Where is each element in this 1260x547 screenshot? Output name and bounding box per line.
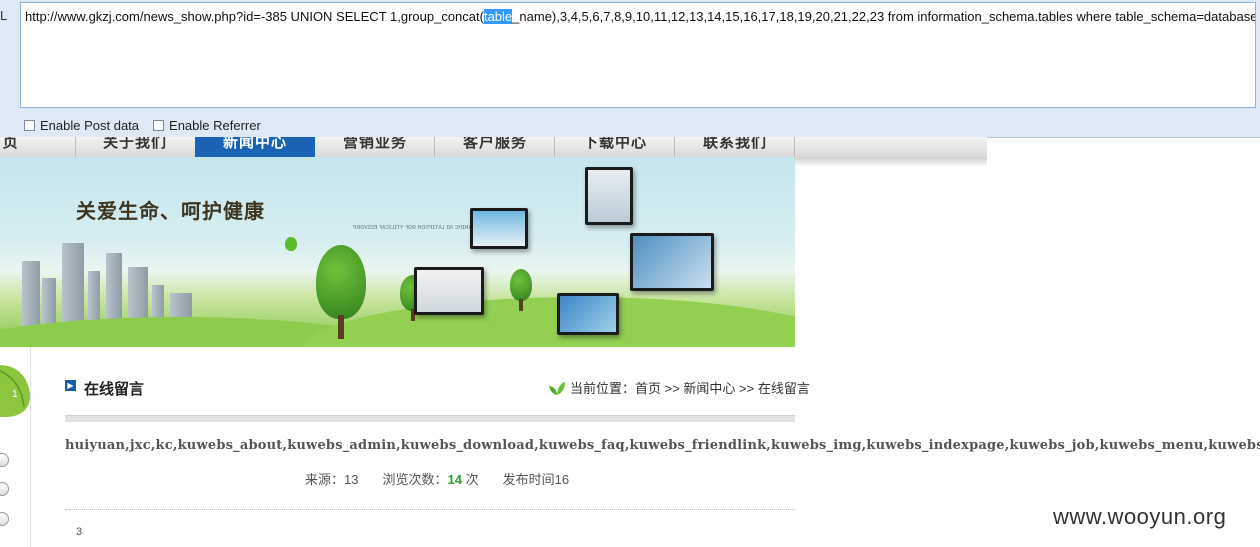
enable-post-checkbox[interactable] bbox=[24, 119, 35, 131]
url-text-before: http://www.gkzj.com/news_show.php?id=-38… bbox=[25, 9, 484, 24]
leaf-breadcrumb-icon bbox=[549, 381, 565, 395]
nav-item-download[interactable]: 下载中心 bbox=[555, 137, 675, 157]
section-divider bbox=[65, 415, 795, 422]
nav-divider bbox=[794, 137, 795, 157]
dotted-divider bbox=[65, 509, 795, 510]
banner-mirrored-text: ᴀɴɪʜᴄ ɴɪ ʟᴀᴛɪᴘsᴏʜ ʀᴏғ ʏᴛɪʟɪᴄᴀғ ᴇᴅɪᴠᴏʀᴘ bbox=[352, 224, 472, 231]
tree bbox=[316, 245, 366, 341]
nav-item-home[interactable]: 首 页 bbox=[0, 137, 40, 157]
nav-item-news[interactable]: 新闻中心 bbox=[195, 137, 315, 157]
radio-option[interactable] bbox=[0, 512, 9, 526]
tree bbox=[510, 269, 532, 311]
section-arrow-icon: ▶ bbox=[65, 380, 76, 391]
enable-post-option[interactable]: Enable Post data bbox=[24, 116, 139, 134]
grass-hill bbox=[300, 297, 795, 347]
enable-referrer-label: Enable Referrer bbox=[169, 117, 261, 133]
skyline-building bbox=[22, 261, 40, 333]
hackbar-options: Enable Post data Enable Referrer bbox=[24, 116, 261, 134]
enable-post-label: Enable Post data bbox=[40, 117, 140, 133]
section-title: 在线留言 bbox=[84, 381, 145, 398]
nav-item-contact[interactable]: 联系我们 bbox=[675, 137, 795, 157]
breadcrumb-text: 当前位置：首页 >> 新闻中心 >> 在线留言 bbox=[570, 381, 810, 396]
breadcrumb: 当前位置：首页 >> 新闻中心 >> 在线留言 bbox=[548, 378, 810, 397]
watermark-text: www.wooyun.org bbox=[1053, 504, 1227, 529]
url-textarea[interactable]: http://www.gkzj.com/news_show.php?id=-38… bbox=[20, 2, 1256, 108]
radio-option[interactable] bbox=[0, 482, 9, 496]
injected-table-names: huiyuan,jxc,kc,kuwebs_about,kuwebs_admin… bbox=[65, 438, 1260, 453]
banner-slogan: 关爱生命、呵护健康 bbox=[76, 201, 265, 223]
left-sidebar: 1 bbox=[0, 347, 31, 547]
article-meta: 来源：13 浏览次数：14 次 发布时间16 bbox=[305, 469, 569, 488]
banner-photo bbox=[585, 167, 633, 225]
url-text-selection: table bbox=[483, 9, 513, 24]
banner-photo bbox=[557, 293, 619, 335]
enable-referrer-checkbox[interactable] bbox=[153, 119, 165, 131]
leaf-icon: 1 bbox=[0, 365, 30, 417]
nav-item-marketing[interactable]: 营销业务 bbox=[315, 137, 435, 157]
radio-option[interactable] bbox=[0, 453, 9, 467]
site-nav: 首 页 关于我们 新闻中心 营销业务 客户服务 下载中心 联系我们 bbox=[0, 137, 987, 158]
enable-referrer-option[interactable]: Enable Referrer bbox=[153, 116, 261, 134]
nav-item-about[interactable]: 关于我们 bbox=[75, 137, 195, 157]
banner-photo bbox=[414, 267, 484, 315]
meta-views: 浏览次数：14 次 bbox=[382, 472, 479, 487]
page-number: 3 bbox=[76, 526, 83, 538]
url-text-after: _name),3,4,5,6,7,8,9,10,11,12,13,14,15,1… bbox=[512, 9, 1256, 24]
leaf-sprig bbox=[285, 237, 305, 257]
meta-published: 发布时间16 bbox=[502, 472, 570, 487]
banner-photo bbox=[470, 208, 528, 249]
panel-edge-mark: L bbox=[0, 8, 8, 23]
svg-text:1: 1 bbox=[12, 389, 18, 400]
hackbar-panel: L http://www.gkzj.com/news_show.php?id=-… bbox=[0, 0, 1260, 138]
banner-photo bbox=[630, 233, 714, 291]
meta-source: 来源：13 bbox=[305, 472, 359, 487]
nav-item-service[interactable]: 客户服务 bbox=[435, 137, 555, 157]
banner-image: 关爱生命、呵护健康 ᴀɴɪʜᴄ ɴɪ ʟᴀᴛɪᴘsᴏʜ ʀᴏғ ʏᴛɪʟɪᴄᴀғ… bbox=[0, 157, 795, 347]
